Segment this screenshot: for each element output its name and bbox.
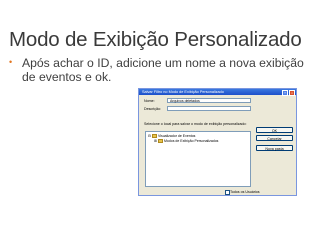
folder-icon	[151, 134, 157, 139]
location-label: Selecione o local para salvar o modo de …	[144, 122, 247, 126]
expand-icon[interactable]: ⊞	[154, 139, 157, 143]
bullet-marker-icon: •	[9, 57, 13, 67]
all-users-label: Todos os Usuários	[230, 190, 260, 194]
tree-item-custom-views[interactable]: ⊞ Modos de Exibição Personalizados	[154, 139, 219, 144]
ok-button[interactable]: OK	[256, 127, 293, 133]
title-buttons: ? ×	[282, 90, 295, 96]
tree-child-label: Modos de Exibição Personalizados	[163, 139, 219, 144]
tree-root-label: Visualizador de Eventos	[157, 134, 196, 139]
description-field[interactable]	[167, 106, 251, 111]
folder-icon	[157, 139, 163, 144]
bullet-text: Após achar o ID, adicione um nome a nova…	[22, 56, 304, 84]
cancel-button[interactable]: Cancelar	[256, 135, 293, 141]
slide-title: Modo de Exibição Personalizado	[9, 28, 302, 51]
location-tree[interactable]: ⊟ Visualizador de Eventos ⊞ Modos de Exi…	[145, 131, 251, 187]
dialog-title: Salvar Filtro no Modo de Exibição Person…	[142, 90, 224, 94]
save-filter-dialog: Salvar Filtro no Modo de Exibição Person…	[138, 88, 297, 196]
close-icon[interactable]: ×	[289, 90, 295, 96]
name-label: Nome:	[144, 99, 155, 103]
new-folder-button[interactable]: Nova pasta	[256, 145, 293, 151]
dialog-titlebar[interactable]: Salvar Filtro no Modo de Exibição Person…	[139, 89, 296, 96]
name-field[interactable]: Arquivos deletados	[167, 98, 251, 103]
name-value: Arquivos deletados	[170, 99, 200, 103]
help-icon[interactable]: ?	[282, 90, 288, 96]
description-label: Descrição:	[144, 107, 161, 111]
collapse-icon[interactable]: ⊟	[148, 134, 151, 138]
tree-item-root[interactable]: ⊟ Visualizador de Eventos	[148, 134, 196, 139]
